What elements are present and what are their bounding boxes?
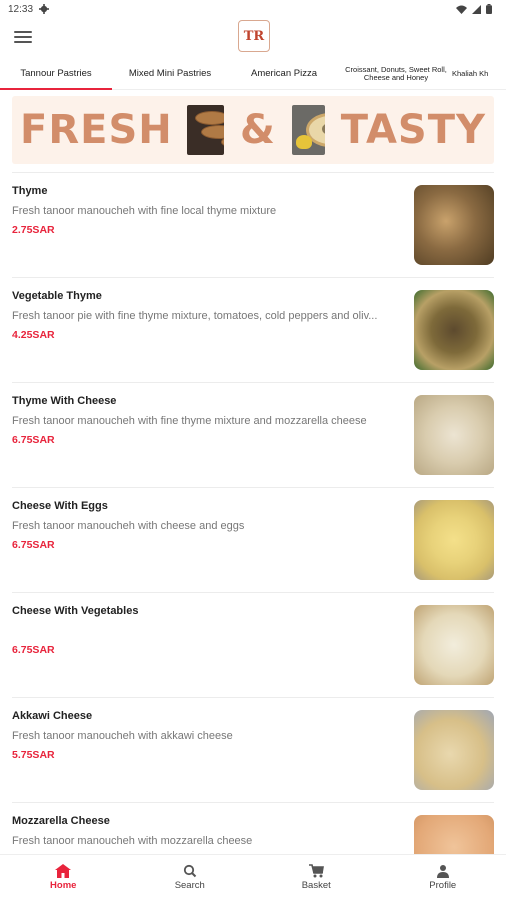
item-photo[interactable] [414,185,494,265]
tab-khaliah[interactable]: Khaliah Kh [452,58,506,90]
category-tabs: Tannour Pastries Mixed Mini Pastries Ame… [0,58,506,90]
item-name: Akkawi Cheese [12,710,93,722]
item-photo[interactable] [414,500,494,580]
item-price: 2.75SAR [12,224,55,236]
item-description: Fresh tanoor manoucheh with akkawi chees… [12,730,233,742]
item-description: Fresh tanoor manoucheh with fine thyme m… [12,415,367,427]
status-left: 12:33 [8,3,50,15]
banner-word-fresh: FRESH [20,107,173,153]
menu-hamburger-icon[interactable] [12,28,34,46]
home-icon [55,864,72,878]
battery-icon [486,4,492,14]
nav-profile-label: Profile [429,880,457,891]
item-photo[interactable] [414,710,494,790]
item-name: Cheese With Vegetables [12,605,139,617]
app-logo: TR [238,20,270,52]
menu-item-thyme-with-cheese[interactable]: Thyme With Cheese Fresh tanoor manoucheh… [12,382,494,487]
item-photo[interactable] [414,605,494,685]
menu-item-list: Thyme Fresh tanoor manoucheh with fine l… [0,172,506,900]
status-right [456,4,492,14]
bottom-navigation: Home Search Basket Profile [0,854,506,900]
menu-item-cheese-with-vegetables[interactable]: Cheese With Vegetables 6.75SAR [12,592,494,697]
cake-photo [291,105,325,155]
item-name: Cheese With Eggs [12,500,108,512]
tab-tannour-pastries[interactable]: Tannour Pastries [0,58,112,90]
banner-word-tasty: TASTY [340,107,486,153]
banner-word-ampersand: & [239,107,276,153]
cookies-photo [186,105,224,155]
app-bar: TR [0,18,506,58]
item-price: 6.75SAR [12,434,55,446]
menu-item-vegetable-thyme[interactable]: Vegetable Thyme Fresh tanoor pie with fi… [12,277,494,382]
item-description: Fresh tanoor manoucheh with fine local t… [12,205,277,217]
item-price: 6.75SAR [12,644,55,656]
tab-croissant-donuts[interactable]: Croissant, Donuts, Sweet Roll, Cheese an… [340,58,452,90]
nav-search[interactable]: Search [127,855,254,900]
cart-icon [309,864,325,878]
item-name: Mozzarella Cheese [12,815,110,827]
nav-search-label: Search [174,880,205,891]
nav-profile[interactable]: Profile [380,855,506,900]
person-icon [436,865,449,878]
status-bar: 12:33 [0,0,506,18]
item-price: 4.25SAR [12,329,55,341]
nav-home[interactable]: Home [0,855,127,900]
item-name: Thyme [12,185,48,197]
tab-mixed-mini-pastries[interactable]: Mixed Mini Pastries [112,58,228,90]
item-price: 5.75SAR [12,749,55,761]
nav-basket-label: Basket [301,880,331,891]
tab-american-pizza[interactable]: American Pizza [228,58,340,90]
item-photo[interactable] [414,290,494,370]
item-photo[interactable] [414,395,494,475]
item-name: Thyme With Cheese [12,395,117,407]
menu-item-akkawi-cheese[interactable]: Akkawi Cheese Fresh tanoor manoucheh wit… [12,697,494,802]
item-description: Fresh tanoor manoucheh with cheese and e… [12,520,245,532]
wifi-icon [456,5,467,14]
nav-home-label: Home [50,880,77,891]
promo-banner: FRESH & TASTY [12,96,494,164]
nav-basket[interactable]: Basket [253,855,380,900]
item-name: Vegetable Thyme [12,290,102,302]
settings-gear-icon [39,4,50,14]
item-price: 6.75SAR [12,539,55,551]
logo-text: TR [243,28,265,44]
item-description: Fresh tanoor manoucheh with mozzarella c… [12,835,253,847]
item-description: Fresh tanoor pie with fine thyme mixture… [12,310,378,322]
search-icon [183,864,196,878]
menu-item-thyme[interactable]: Thyme Fresh tanoor manoucheh with fine l… [12,172,494,277]
status-time: 12:33 [8,3,34,15]
menu-item-cheese-with-eggs[interactable]: Cheese With Eggs Fresh tanoor manoucheh … [12,487,494,592]
signal-icon [472,4,481,14]
